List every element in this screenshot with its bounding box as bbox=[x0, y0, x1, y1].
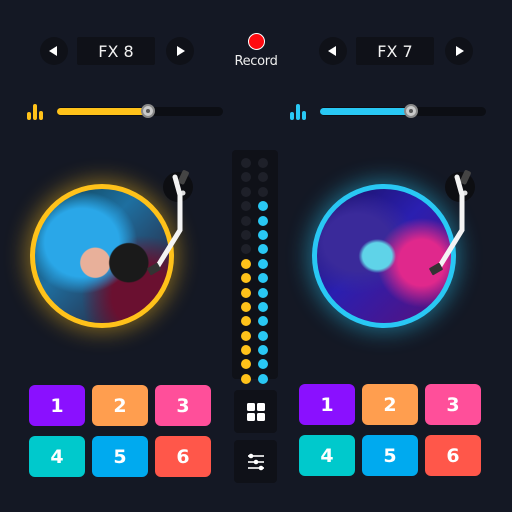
level-led bbox=[241, 229, 251, 240]
level-led bbox=[241, 345, 251, 356]
record-dot-icon bbox=[247, 33, 265, 50]
left-fx-prev-button[interactable] bbox=[40, 37, 68, 65]
left-pad-3[interactable]: 3 bbox=[155, 385, 211, 426]
level-led bbox=[258, 172, 268, 183]
left-volume-slider[interactable] bbox=[57, 104, 223, 118]
right-volume-icon bbox=[290, 104, 306, 120]
record-label: Record bbox=[234, 54, 278, 69]
left-volume-icon bbox=[27, 104, 43, 120]
right-pad-4[interactable]: 4 bbox=[299, 435, 355, 476]
level-led bbox=[258, 330, 268, 341]
record-button[interactable]: Record bbox=[228, 33, 284, 69]
sliders-icon bbox=[247, 453, 264, 470]
level-led bbox=[241, 373, 251, 384]
level-led bbox=[241, 273, 251, 284]
level-meter bbox=[232, 150, 278, 384]
level-led bbox=[241, 158, 251, 168]
level-led bbox=[241, 172, 251, 183]
level-led bbox=[258, 229, 268, 240]
right-fx-next-button[interactable] bbox=[445, 37, 473, 65]
level-led bbox=[241, 330, 251, 341]
level-led bbox=[241, 201, 251, 212]
level-meter-left-channel bbox=[241, 158, 251, 384]
level-led bbox=[241, 359, 251, 370]
level-led bbox=[241, 301, 251, 312]
triangle-left-icon bbox=[328, 46, 336, 56]
right-pad-3[interactable]: 3 bbox=[425, 384, 481, 425]
level-led bbox=[258, 244, 268, 255]
level-led bbox=[241, 244, 251, 255]
level-led bbox=[258, 373, 268, 384]
triangle-right-icon bbox=[177, 46, 185, 56]
right-tonearm[interactable] bbox=[422, 165, 486, 285]
left-pad-6[interactable]: 6 bbox=[155, 436, 211, 477]
level-led bbox=[258, 273, 268, 284]
left-pad-1[interactable]: 1 bbox=[29, 385, 85, 426]
triangle-left-icon bbox=[49, 46, 57, 56]
right-volume-knob[interactable] bbox=[404, 104, 419, 118]
level-led bbox=[258, 186, 268, 197]
mixer-settings-button[interactable] bbox=[234, 440, 277, 483]
level-led bbox=[241, 258, 251, 269]
right-pad-5[interactable]: 5 bbox=[362, 435, 418, 476]
level-led bbox=[258, 316, 268, 327]
right-fx-label: FX 7 bbox=[356, 37, 434, 65]
right-pad-6[interactable]: 6 bbox=[425, 435, 481, 476]
level-led bbox=[241, 316, 251, 327]
level-led bbox=[258, 158, 268, 168]
left-pad-4[interactable]: 4 bbox=[29, 436, 85, 477]
level-led bbox=[258, 215, 268, 226]
level-led bbox=[241, 215, 251, 226]
left-volume-fill bbox=[57, 108, 149, 115]
left-volume-knob[interactable] bbox=[141, 104, 156, 118]
left-tonearm[interactable] bbox=[140, 165, 204, 285]
right-volume-fill bbox=[320, 108, 412, 115]
level-led bbox=[258, 301, 268, 312]
right-fx-prev-button[interactable] bbox=[319, 37, 347, 65]
right-pad-1[interactable]: 1 bbox=[299, 384, 355, 425]
left-fx-next-button[interactable] bbox=[166, 37, 194, 65]
left-pad-5[interactable]: 5 bbox=[92, 436, 148, 477]
right-pad-2[interactable]: 2 bbox=[362, 384, 418, 425]
right-volume-slider[interactable] bbox=[320, 104, 486, 118]
level-led bbox=[241, 186, 251, 197]
left-pad-2[interactable]: 2 bbox=[92, 385, 148, 426]
grid-icon bbox=[246, 402, 265, 421]
level-led bbox=[258, 201, 268, 212]
level-meter-right-channel bbox=[258, 158, 268, 384]
left-fx-label: FX 8 bbox=[77, 37, 155, 65]
grid-button[interactable] bbox=[234, 390, 277, 433]
level-led bbox=[258, 258, 268, 269]
level-led bbox=[258, 359, 268, 370]
level-led bbox=[241, 287, 251, 298]
level-led bbox=[258, 287, 268, 298]
level-led bbox=[258, 345, 268, 356]
triangle-right-icon bbox=[456, 46, 464, 56]
